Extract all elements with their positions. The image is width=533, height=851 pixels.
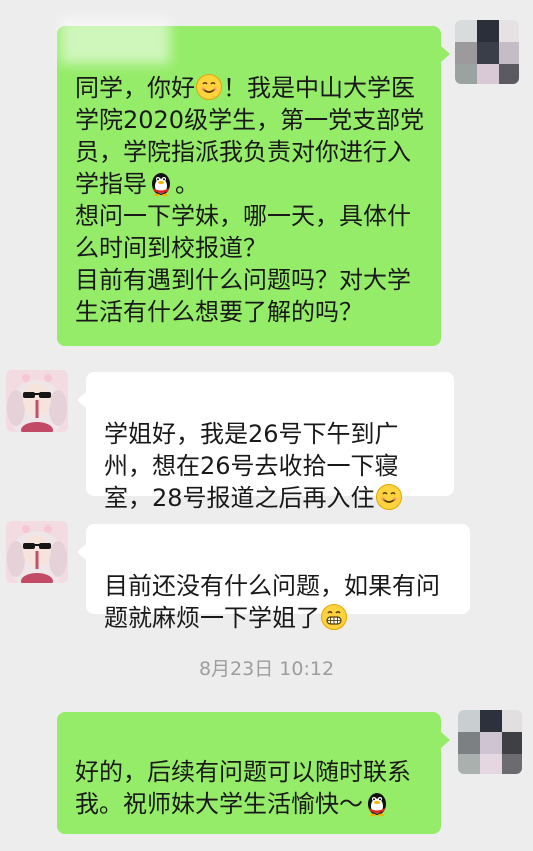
privacy-blur [60, 18, 170, 64]
message-bubble-outgoing[interactable]: 好的，后续有问题可以随时联系我。祝师妹大学生活愉快～ [57, 712, 441, 834]
grin-emoji [321, 604, 347, 630]
qq-penguin-emoji [368, 793, 386, 817]
contact-avatar[interactable] [6, 521, 68, 583]
bubble-tail [441, 46, 450, 62]
timestamp: 8月23日 10:12 [198, 658, 335, 680]
message-text: 好的，后续有问题可以随时联系我。祝师妹大学生活愉快～ [75, 758, 411, 818]
message-bubble-outgoing[interactable]: 同学，你好 ！我是中山大学医学院2020级学生，第一党支部党员，学院指派我负责对你… [57, 26, 441, 346]
bubble-tail [441, 732, 450, 748]
message-bubble-incoming[interactable]: 学姐好，我是26号下午到广州，想在26号去收拾一下寝室，28号报道之后再入住 [86, 372, 454, 512]
my-avatar[interactable] [455, 20, 519, 84]
smile-emoji [375, 484, 402, 510]
my-avatar[interactable] [458, 710, 522, 774]
message-bubble-incoming[interactable]: 目前还没有什么问题，如果有问题就麻烦一下学姐了 [86, 524, 470, 632]
message-text: 同学，你好 [75, 74, 195, 102]
smile-emoji [196, 74, 222, 100]
qq-penguin-emoji [152, 173, 170, 197]
contact-avatar[interactable] [6, 370, 68, 432]
bubble-tail [77, 392, 86, 408]
message-text: 学姐好，我是26号下午到广州，想在26号去收拾一下寝室，28号报道之后再入住 [104, 420, 399, 512]
message-text: 目前还没有什么问题，如果有问题就麻烦一下学姐了 [104, 572, 440, 632]
bubble-tail [77, 544, 86, 560]
